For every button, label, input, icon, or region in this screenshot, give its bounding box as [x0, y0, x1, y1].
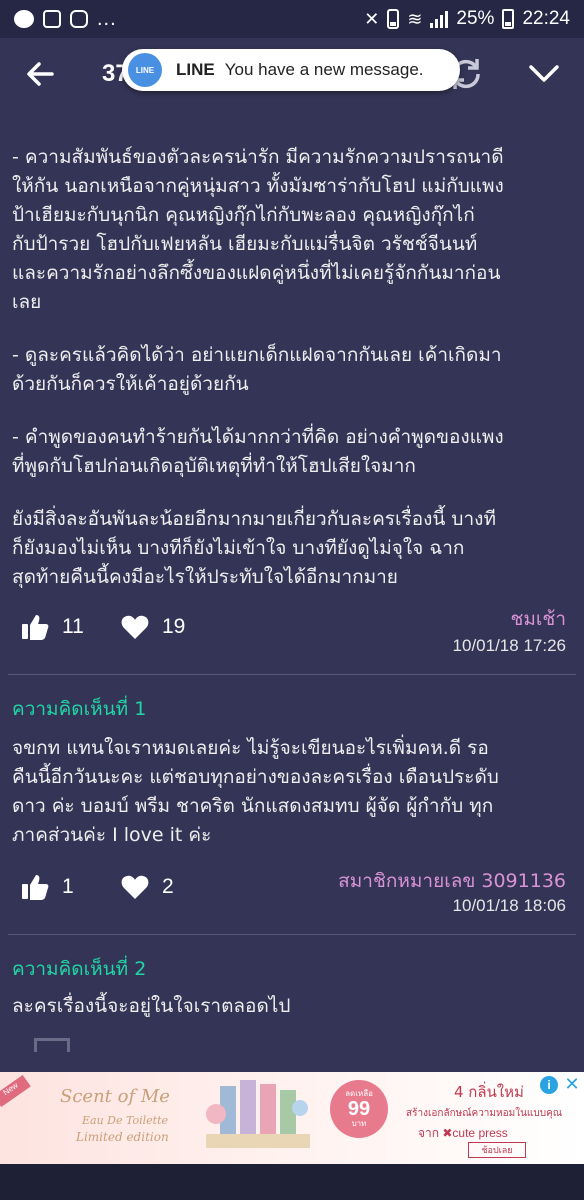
- ad-choices-icon[interactable]: i: [540, 1076, 558, 1094]
- comment-line: จขกท แทนใจเราหมดเลยค่ะ ไม่รู้จะเขียนอะไร…: [12, 737, 489, 759]
- ad-new-tag: New: [0, 1074, 31, 1108]
- post-line: - ดูละครแล้วคิดได้ว่า อย่าแยกเด็กแฝดจากก…: [12, 344, 502, 366]
- heart-icon: [121, 615, 149, 639]
- heart-icon: [121, 875, 149, 899]
- post-line: ที่พูดกับโฮปก่อนเกิดอุบัติเหตุที่ทำให้โฮ…: [12, 455, 416, 477]
- line-app-icon: [14, 10, 34, 28]
- ad-tagline: สร้างเอกลักษณ์ความหอมในแบบคุณ: [406, 1108, 563, 1119]
- line-notification-toast[interactable]: LINE LINE You have a new message.: [122, 49, 460, 91]
- comment-line: ดาว ค่ะ บอมบ์ พรีม ชาคริต นักแสดงสมทบ ผู…: [12, 795, 494, 817]
- post-line: [12, 399, 572, 423]
- ad-price-badge: ลดเหลือ 99 บาท: [330, 1080, 388, 1138]
- chevron-down-icon: [529, 65, 559, 82]
- gallery-icon: [43, 10, 61, 28]
- divider: [8, 674, 576, 675]
- comment-like-button[interactable]: 1: [20, 872, 74, 902]
- collapse-button[interactable]: [526, 58, 562, 90]
- comment-line: คืนนี้อีกวันนะคะ แต่ชอบทุกอย่างของละครเร…: [12, 766, 499, 788]
- battery-icon: [502, 9, 515, 29]
- ad-product-image: [206, 1080, 310, 1148]
- arrow-left-icon: [27, 62, 54, 86]
- heart-button[interactable]: 19: [120, 612, 185, 642]
- post-line: - คำพูดของคนทำร้ายกันได้มากกว่าที่คิด อย…: [12, 426, 504, 448]
- notification-app-name: LINE: [176, 60, 215, 79]
- comment-heading: ความคิดเห็นที่ 2: [12, 958, 147, 980]
- status-bar: ... ✕ ≋ 25% 22:24: [0, 0, 584, 38]
- post-line: และความรักอย่างลึกซึ้งของแฝดคู่หนึ่งที่ไ…: [12, 262, 501, 284]
- heart-count: 19: [162, 615, 186, 638]
- post-line: [12, 481, 572, 505]
- instagram-icon: [70, 10, 88, 28]
- ad-product-type: Eau De Toilette: [82, 1114, 168, 1127]
- post-line: ให้กัน นอกเหนือจากคู่หนุ่มสาว ทั้งมัมซาร…: [12, 175, 504, 197]
- post-line: สุดท้ายคืนนี้คงมีอะไรให้ประทับใจได้อีกมา…: [12, 566, 398, 588]
- post-line: เลย: [12, 291, 42, 313]
- post-line: ป้าเฮียมะกับนุกนิก คุณหญิงกุ๊กไก่กับพะลอ…: [12, 204, 475, 226]
- comment-body: จขกท แทนใจเราหมดเลยค่ะ ไม่รู้จะเขียนอะไร…: [12, 734, 572, 850]
- line-logo-icon: LINE: [128, 53, 162, 87]
- wifi-icon: ≋: [407, 8, 423, 29]
- post-line: [12, 317, 572, 341]
- ad-product-name: Scent of Me: [60, 1086, 170, 1107]
- post-line: ด้วยกันก็ควรให้เค้าอยู่ด้วยกัน: [12, 373, 249, 395]
- system-nav-bar: [0, 1164, 584, 1200]
- comment-line: ละครเรื่องนี้จะอยู่ในใจเราตลอดไป: [12, 995, 291, 1017]
- like-count: 1: [62, 875, 74, 898]
- ad-currency: บาท: [351, 1119, 367, 1128]
- post-line: กับป้ารวย โฮปกับเฟยหลัน เฮียมะกับแม่รื่น…: [12, 233, 478, 255]
- like-count: 11: [62, 615, 84, 638]
- post-date: 10/01/18 17:26: [452, 636, 566, 655]
- ad-headline: 4 กลิ่นใหม่: [454, 1083, 524, 1101]
- comment-line: ภาคส่วนค่ะ I love it ค่ะ: [12, 824, 212, 846]
- comment-body: ละครเรื่องนี้จะอยู่ในใจเราตลอดไป: [12, 992, 572, 1021]
- post-line: ยังมีสิ่งละอันพันละน้อยอีกมากมายเกี่ยวกั…: [12, 508, 496, 530]
- close-icon[interactable]: ✕: [562, 1074, 582, 1094]
- comment-heading: ความคิดเห็นที่ 1: [12, 698, 147, 720]
- ad-price: 99: [347, 1098, 371, 1120]
- heart-count: 2: [162, 875, 174, 898]
- mute-icon: ✕: [364, 8, 380, 29]
- signal-icon: [430, 10, 449, 28]
- back-button[interactable]: [22, 56, 58, 92]
- thumbs-up-icon: [22, 615, 49, 640]
- comment-author[interactable]: สมาชิกหมายเลข 3091136: [338, 866, 566, 896]
- ad-shop-button[interactable]: ช้อปเลย: [468, 1142, 526, 1158]
- loading-image-placeholder: [34, 1038, 70, 1052]
- content-area[interactable]: - ความสัมพันธ์ของตัวละครน่ารัก มีความรัก…: [0, 110, 584, 1072]
- battery-percent: 25%: [456, 8, 495, 29]
- post-line: ก็ยังมองไม่เห็น บางทีก็ยังไม่เข้าใจ บางท…: [12, 537, 465, 559]
- post-author[interactable]: ชมเช้า: [511, 604, 566, 634]
- ad-edition: Limited edition: [76, 1130, 169, 1144]
- post-line: - ความสัมพันธ์ของตัวละครน่ารัก มีความรัก…: [12, 146, 504, 168]
- more-notifications-icon: ...: [97, 7, 117, 30]
- thumbs-up-icon: [22, 875, 49, 900]
- divider: [8, 934, 576, 935]
- comment-date: 10/01/18 18:06: [452, 896, 566, 915]
- comment-heart-button[interactable]: 2: [120, 872, 174, 902]
- notification-message: You have a new message.: [224, 60, 424, 79]
- post-body: - ความสัมพันธ์ของตัวละครน่ารัก มีความรัก…: [12, 143, 572, 592]
- alarm-icon: [387, 9, 400, 29]
- ad-banner[interactable]: New Scent of Me Eau De Toilette Limited …: [0, 1072, 584, 1164]
- ad-brand: จาก ✖cute press: [418, 1126, 508, 1140]
- like-button[interactable]: 11: [20, 612, 84, 642]
- clock: 22:24: [522, 8, 570, 29]
